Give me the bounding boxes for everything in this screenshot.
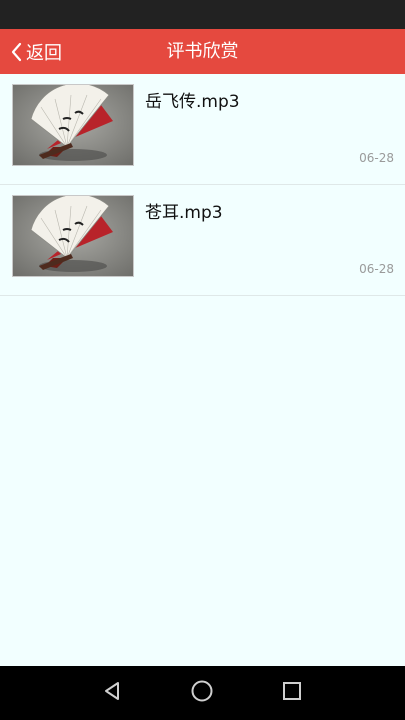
folding-fan-image bbox=[12, 195, 134, 277]
back-button[interactable]: 返回 bbox=[10, 29, 62, 74]
audio-list: 岳飞传.mp3 06-28 苍耳.mp3 06-28 bbox=[0, 74, 405, 296]
navigation-bar bbox=[0, 666, 405, 720]
triangle-back-icon bbox=[101, 680, 123, 706]
title-bar: 返回 评书欣赏 bbox=[0, 29, 405, 74]
item-title: 岳飞传.mp3 bbox=[145, 92, 240, 112]
nav-recents-button[interactable] bbox=[262, 666, 322, 720]
list-item[interactable]: 岳飞传.mp3 06-28 bbox=[0, 74, 405, 185]
list-item[interactable]: 苍耳.mp3 06-28 bbox=[0, 185, 405, 296]
nav-back-button[interactable] bbox=[82, 666, 142, 720]
item-date: 06-28 bbox=[359, 151, 394, 165]
item-title: 苍耳.mp3 bbox=[145, 203, 223, 223]
square-recents-icon bbox=[281, 680, 303, 706]
folding-fan-image bbox=[12, 84, 134, 166]
item-date: 06-28 bbox=[359, 262, 394, 276]
back-label: 返回 bbox=[26, 42, 62, 64]
status-bar bbox=[0, 0, 405, 29]
chevron-left-icon bbox=[10, 42, 22, 62]
circle-home-icon bbox=[190, 679, 214, 707]
nav-home-button[interactable] bbox=[172, 666, 232, 720]
